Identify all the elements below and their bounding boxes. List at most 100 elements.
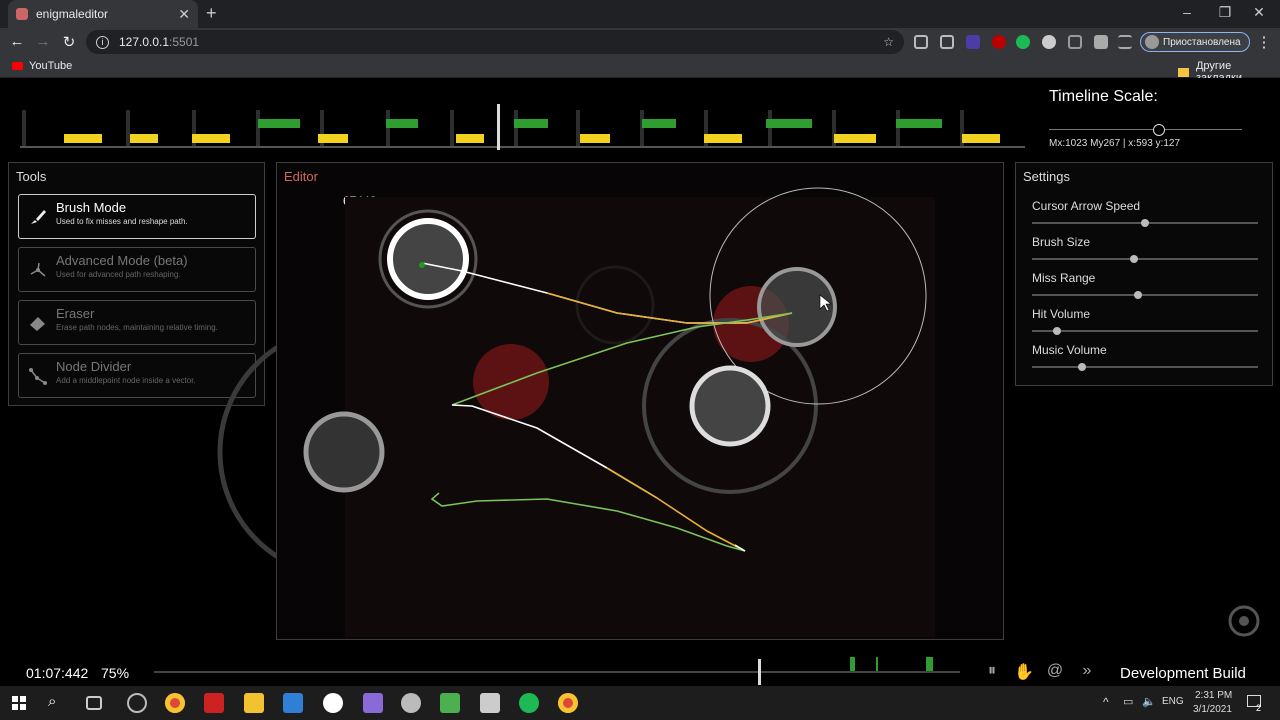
timeline-note-green[interactable] [386,119,418,128]
ublock-extension-icon[interactable] [992,35,1006,49]
window-app-icon[interactable] [480,693,500,713]
timeline-note-green[interactable] [766,119,812,128]
build-label: Development Build [1120,665,1246,682]
slider-knob[interactable] [1077,363,1086,371]
wunderlist-icon[interactable] [323,693,343,713]
windows-start-icon[interactable] [12,696,26,710]
timeline-note-green[interactable] [514,119,548,128]
camera-extension-icon[interactable] [914,35,928,49]
tab-favicon-icon [16,8,28,20]
timeline-note-yellow[interactable] [318,134,348,143]
seek-bar[interactable] [154,671,960,673]
close-window-button[interactable]: ✕ [1244,4,1274,21]
grammarly-extension-icon[interactable] [1016,35,1030,49]
editor-canvas[interactable]: Editor 67442 [276,162,1004,640]
search-icon[interactable]: ⌕ [48,693,68,713]
voicemeeter-icon[interactable] [204,693,224,713]
maximize-button[interactable]: ❐ [1210,4,1240,21]
timeline-note-green[interactable] [896,119,942,128]
discord-icon[interactable] [363,693,383,713]
brush-size-slider[interactable] [1032,258,1258,260]
vscode-icon[interactable] [283,693,303,713]
timeline-note-yellow[interactable] [834,134,876,143]
editor-playfield[interactable] [277,163,1004,640]
node-divider-icon [29,368,47,385]
site-info-icon[interactable]: i [96,35,109,49]
timeline-note-yellow[interactable] [130,134,158,143]
brush-mode-button[interactable]: Brush Mode Used to fix misses and reshap… [18,194,256,239]
new-tab-button[interactable]: + [206,3,217,24]
snail-slow-icon[interactable]: @ [1045,662,1065,682]
profile-button[interactable]: Приостановлена [1140,32,1250,52]
chrome-icon[interactable] [165,693,185,713]
browser-tab-bar: enigmaleditor ✕ + – ❐ ✕ [0,0,1280,28]
timeline-tick [768,110,772,146]
bookmark-star-icon[interactable]: ☆ [883,35,894,49]
timeline-scale-track[interactable] [1049,129,1242,130]
address-bar[interactable]: i 127.0.0.1:5501 ☆ [86,30,904,54]
clock-date[interactable]: 3/1/2021 [1193,704,1232,715]
back-icon[interactable]: ← [7,33,27,50]
hit-volume-slider[interactable] [1032,330,1258,332]
music-volume-slider[interactable] [1032,366,1258,368]
spotify-icon[interactable] [519,693,539,713]
tray-chevron-icon[interactable]: ^ [1103,695,1109,709]
task-view-icon[interactable] [86,696,102,710]
app-icon[interactable] [401,693,421,713]
minimize-button[interactable]: – [1172,4,1202,20]
slider-knob[interactable] [1134,291,1143,299]
pause-icon[interactable]: ⏸ [982,662,1002,682]
tool-desc: Used for advanced path reshaping. [56,270,181,279]
tab-extension-icon[interactable] [940,35,954,49]
minecraft-icon[interactable] [440,693,460,713]
network-icon[interactable]: ▭ [1123,695,1133,708]
menu-kebab-icon[interactable]: ⋮ [1254,33,1274,51]
slider-knob[interactable] [1052,327,1061,335]
note-circle [303,411,385,493]
timeline-tick [514,110,518,146]
timeline-tick [22,110,26,146]
note-circle [757,267,837,347]
reading-list-icon[interactable] [1118,35,1132,49]
timeline-note-yellow[interactable] [580,134,610,143]
reload-icon[interactable]: ↻ [59,33,79,51]
timeline-note-green[interactable] [258,119,300,128]
youtube-icon [12,62,23,70]
playback-speed[interactable]: 75% [101,665,129,681]
timeline-tick [450,110,454,146]
timeline-scale-knob[interactable] [1153,124,1165,136]
grid-extension-icon[interactable] [1068,35,1082,49]
miss-range-slider[interactable] [1032,294,1258,296]
timeline-note-yellow[interactable] [64,134,102,143]
tab-close-icon[interactable]: ✕ [178,6,190,23]
slider-knob[interactable] [1141,219,1149,227]
clock-time[interactable]: 2:31 PM [1195,690,1232,701]
timeline-strip[interactable] [20,100,1025,152]
puzzle-extensions-icon[interactable] [1094,35,1108,49]
timeline-note-yellow[interactable] [192,134,230,143]
forward-icon[interactable]: → [33,33,53,50]
slider-label: Hit Volume [1032,307,1091,321]
timeline-playhead[interactable] [497,104,500,150]
timeline-note-yellow[interactable] [704,134,742,143]
tool-desc: Erase path nodes, maintaining relative t… [56,323,218,332]
hand-icon[interactable]: ✋ [1014,662,1034,682]
browser-tab[interactable]: enigmaleditor ✕ [8,0,198,28]
volume-icon[interactable]: 🔈 [1142,695,1156,708]
slider-knob[interactable] [1129,255,1138,263]
obs-icon[interactable] [127,693,147,713]
settings-panel: Settings Cursor Arrow Speed Brush Size M… [1015,162,1273,386]
play-extension-icon[interactable] [1042,35,1056,49]
language-indicator[interactable]: ENG [1162,696,1184,707]
timeline-note-yellow[interactable] [962,134,1000,143]
seek-marker [850,657,855,671]
extension-badge-icon[interactable] [966,35,980,49]
seek-playhead[interactable] [757,659,761,685]
fast-forward-icon[interactable]: » [1077,662,1097,682]
chrome-icon[interactable] [558,693,578,713]
timeline-note-yellow[interactable] [456,134,484,143]
file-explorer-icon[interactable] [244,693,264,713]
advanced-mode-button[interactable]: Advanced Mode (beta) Used for advanced p… [18,247,256,292]
bookmark-youtube[interactable]: YouTube [12,60,72,72]
timeline-note-green[interactable] [642,119,676,128]
